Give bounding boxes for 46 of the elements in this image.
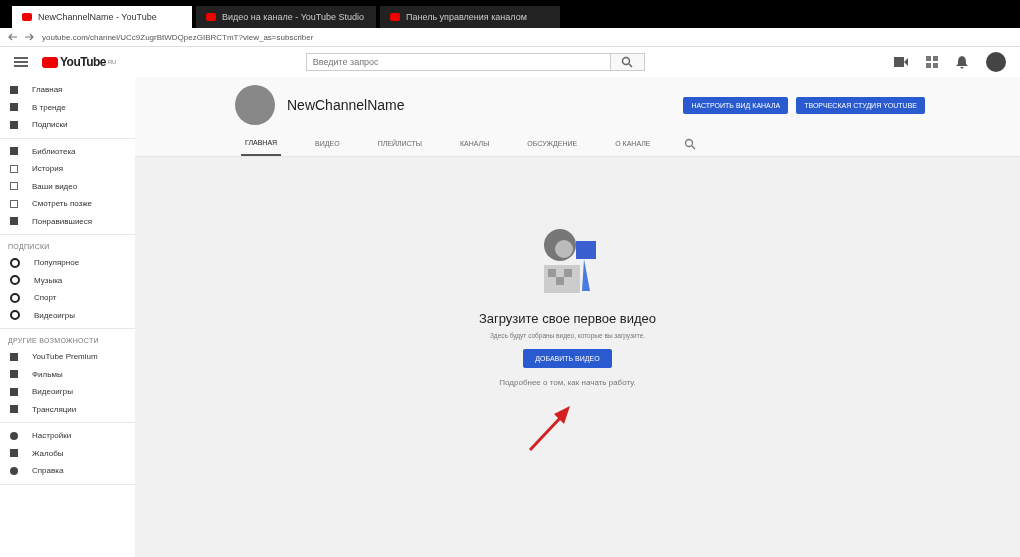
sidebar-item[interactable]: Смотреть позже bbox=[0, 195, 135, 213]
sidebar-item[interactable]: Справка bbox=[0, 462, 135, 480]
bell-icon[interactable] bbox=[956, 55, 968, 69]
sidebar-item[interactable]: Фильмы bbox=[0, 365, 135, 383]
browser-tab[interactable]: NewChannelName - YouTube bbox=[12, 6, 192, 28]
search-field[interactable]: Введите запрос bbox=[305, 53, 611, 71]
search-button[interactable] bbox=[610, 53, 645, 71]
menu-icon[interactable] bbox=[14, 57, 28, 67]
sidebar-item[interactable]: Жалобы bbox=[0, 444, 135, 462]
circle-icon bbox=[10, 310, 20, 321]
channel-name: NewChannelName bbox=[287, 97, 405, 113]
sidebar-item[interactable]: Трансляции bbox=[0, 400, 135, 418]
favicon-icon bbox=[206, 13, 216, 21]
help-text: Подробнее о том, как начать работу. bbox=[499, 378, 636, 387]
apps-icon[interactable] bbox=[926, 56, 938, 68]
forward-icon[interactable] bbox=[25, 33, 34, 41]
sidebar-item[interactable]: Понравившиеся bbox=[0, 212, 135, 230]
sidebar-item[interactable]: В тренде bbox=[0, 98, 135, 116]
search-icon[interactable] bbox=[684, 137, 697, 150]
avatar-icon[interactable] bbox=[986, 52, 1006, 72]
sidebar-item[interactable]: Музыка bbox=[0, 271, 135, 289]
camera-icon[interactable] bbox=[894, 57, 908, 67]
sidebar-item[interactable]: Видеоигры bbox=[0, 306, 135, 324]
circle-icon bbox=[10, 257, 20, 268]
sidebar-item[interactable]: Популярное bbox=[0, 254, 135, 272]
sidebar-item[interactable]: Настройки bbox=[0, 427, 135, 445]
sidebar-item[interactable]: Главная bbox=[0, 81, 135, 99]
youtube-logo[interactable]: YouTube $^{RU}$ bbox=[42, 55, 116, 69]
sidebar-item[interactable]: Подписки bbox=[0, 116, 135, 134]
back-icon[interactable] bbox=[8, 33, 17, 41]
browser-tab[interactable]: Видео на канале - YouTube Studio bbox=[196, 6, 376, 28]
sidebar-item[interactable]: Видеоигры bbox=[0, 383, 135, 401]
sidebar-item[interactable]: Спорт bbox=[0, 289, 135, 307]
favicon-icon bbox=[22, 13, 32, 21]
search-icon bbox=[621, 56, 634, 68]
channel-avatar bbox=[235, 85, 275, 125]
sidebar-item[interactable]: История bbox=[0, 160, 135, 178]
address-field[interactable]: youtube.com/channel/UCc9ZugrBtWDQpezGIBRCTmT?view_as=subscriber bbox=[42, 32, 314, 42]
circle-icon bbox=[10, 292, 20, 303]
circle-icon bbox=[10, 275, 20, 286]
sidebar-item[interactable]: Библиотека bbox=[0, 142, 135, 160]
sidebar-item[interactable]: Ваши видео bbox=[0, 177, 135, 195]
empty-state-title: Загрузите свое первое видео bbox=[478, 311, 657, 326]
sidebar-item[interactable]: YouTube Premium bbox=[0, 348, 135, 366]
favicon-icon bbox=[390, 13, 400, 21]
browser-tab[interactable]: Панель управления каналом bbox=[380, 6, 560, 28]
